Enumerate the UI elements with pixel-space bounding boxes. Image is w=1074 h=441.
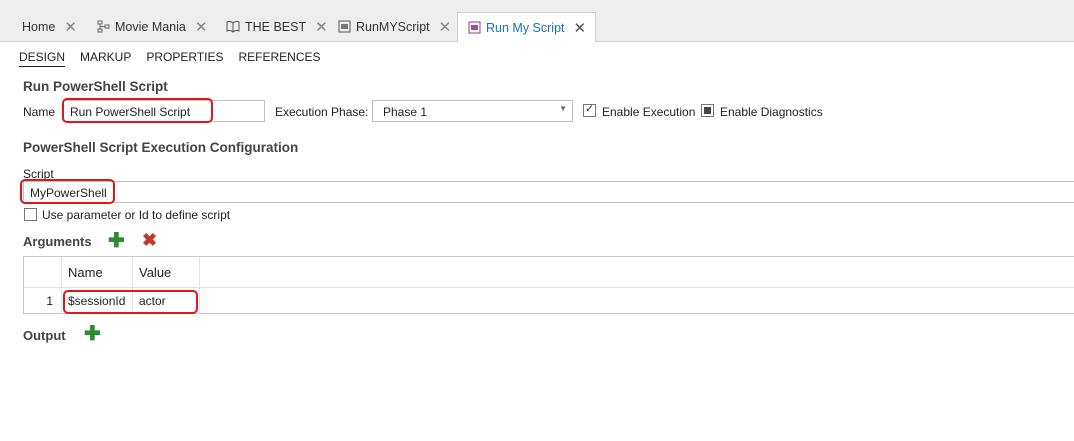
add-argument-icon[interactable]: ✚ (108, 231, 125, 251)
subtab-properties[interactable]: PROPERTIES (146, 50, 223, 67)
document-tab-strip: Home ✕ Movie Mania ✕ THE BEST ✕ RunMYScr… (0, 0, 1074, 43)
tab-home[interactable]: Home ✕ (22, 12, 77, 42)
subtab-references[interactable]: REFERENCES (239, 50, 321, 67)
execution-phase-select[interactable]: Phase 1 ▼ (372, 100, 573, 122)
close-icon[interactable]: ✕ (315, 18, 328, 36)
use-parameter-checkbox[interactable] (24, 208, 37, 221)
script-input[interactable]: MyPowerShell (23, 181, 1074, 203)
script-icon (337, 20, 351, 34)
arguments-grid: Name Value 1 $sessionId actor (23, 256, 1074, 314)
close-icon[interactable]: ✕ (574, 19, 587, 37)
designer-subtabs: DESIGN MARKUP PROPERTIES REFERENCES (19, 50, 321, 67)
execution-phase-label: Execution Phase: (275, 105, 369, 119)
tab-label: Home (22, 20, 56, 34)
script-label: Script (23, 167, 54, 181)
table-row[interactable]: 1 $sessionId actor (24, 288, 1074, 314)
tab-the-best[interactable]: THE BEST ✕ (226, 12, 328, 42)
argument-value-cell[interactable]: actor (133, 288, 200, 314)
script-icon (467, 21, 481, 35)
tab-label: RunMYScript (356, 20, 430, 34)
row-number: 1 (24, 288, 62, 314)
tab-label: THE BEST (245, 20, 307, 34)
diagram-icon (96, 20, 110, 34)
name-input[interactable]: Run PowerShell Script (63, 100, 265, 122)
delete-argument-icon[interactable]: ✖ (142, 231, 157, 249)
column-header-name[interactable]: Name (62, 257, 133, 287)
arguments-title: Arguments (23, 234, 92, 249)
name-label: Name (23, 105, 56, 119)
enable-diagnostics-checkbox[interactable] (701, 104, 714, 117)
tab-label: Movie Mania (115, 20, 186, 34)
close-icon[interactable]: ✕ (439, 18, 452, 36)
tab-runmyscript[interactable]: RunMYScript ✕ (337, 12, 451, 42)
subtab-markup[interactable]: MARKUP (80, 50, 131, 67)
grid-header-row: Name Value (24, 257, 1074, 288)
row-number-header (24, 257, 62, 287)
output-title: Output (23, 328, 66, 343)
close-icon[interactable]: ✕ (195, 18, 208, 36)
dropdown-arrow-icon: ▼ (559, 104, 567, 113)
close-icon[interactable]: ✕ (64, 18, 77, 36)
argument-name-cell[interactable]: $sessionId (62, 288, 133, 314)
enable-execution-checkbox[interactable] (583, 102, 596, 117)
tab-run-my-script[interactable]: Run My Script ✕ (457, 12, 597, 43)
book-icon (226, 20, 240, 34)
use-parameter-label: Use parameter or Id to define script (42, 208, 231, 222)
add-output-icon[interactable]: ✚ (84, 324, 101, 344)
tab-label: Run My Script (486, 20, 565, 35)
tab-movie-mania[interactable]: Movie Mania ✕ (96, 12, 207, 42)
subtab-design[interactable]: DESIGN (19, 50, 66, 67)
enable-diagnostics-label: Enable Diagnostics (720, 105, 823, 119)
execution-phase-value: Phase 1 (383, 105, 428, 119)
enable-execution-label: Enable Execution (602, 105, 696, 119)
section-title-execution-config: PowerShell Script Execution Configuratio… (23, 140, 299, 155)
section-title-run-powershell: Run PowerShell Script (23, 79, 168, 94)
column-header-value[interactable]: Value (133, 257, 200, 287)
